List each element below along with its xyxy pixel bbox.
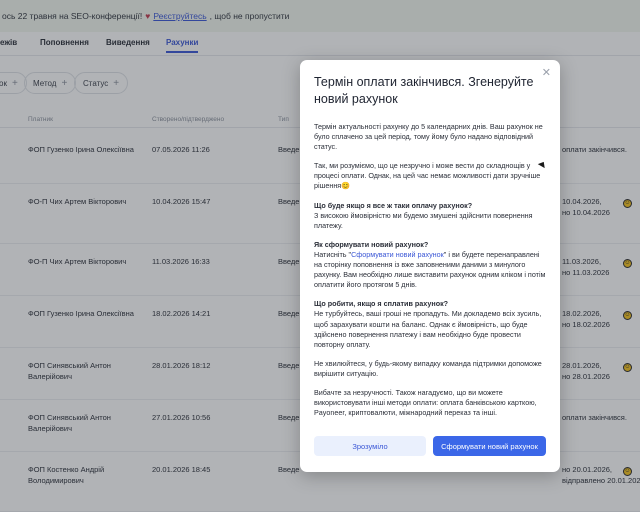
faq-answer: З високою ймовірністю ми будемо змушені … xyxy=(314,210,533,230)
faq-question: Що робити, якщо я сплатив рахунок? xyxy=(314,299,449,309)
generate-new-invoice-button[interactable]: Сформувати новий рахунок xyxy=(433,436,546,456)
dialog-title: Термін оплати закінчився. Згенеруйте нов… xyxy=(314,75,534,106)
dialog-paragraph: Не хвилюйтеся, у будь-якому випадку кома… xyxy=(314,358,542,378)
faq-block: Що робити, якщо я сплатив рахунок? Не ту… xyxy=(314,299,548,349)
faq-answer: Не турбуйтесь, ваші гроші не пропадуть. … xyxy=(314,309,542,349)
new-invoice-link[interactable]: Сформувати новий рахунок xyxy=(351,250,444,259)
expired-invoice-dialog: ✕ Термін оплати закінчився. Згенеруйте н… xyxy=(300,60,560,472)
faq-block: Як сформувати новий рахунок? Натисніть "… xyxy=(314,240,548,290)
dialog-paragraph: Так, ми розуміємо, що це незручно і може… xyxy=(314,161,548,191)
smile-icon: 😊 xyxy=(341,181,351,191)
faq-block: Що буде якщо я все ж таки оплачу рахунок… xyxy=(314,201,548,231)
faq-question: Як сформувати новий рахунок? xyxy=(314,239,429,249)
faq-answer: Натисніть " xyxy=(314,249,352,259)
dialog-paragraph: Вибачте за незручності. Також нагадуємо,… xyxy=(314,387,537,418)
faq-question: Що буде якщо я все ж таки оплачу рахунок… xyxy=(314,200,473,210)
dialog-body: Термін актуальності рахунку до 5 календа… xyxy=(314,122,548,427)
understood-button[interactable]: Зрозуміло xyxy=(314,436,426,456)
dialog-paragraph: Термін актуальності рахунку до 5 календа… xyxy=(314,122,543,152)
